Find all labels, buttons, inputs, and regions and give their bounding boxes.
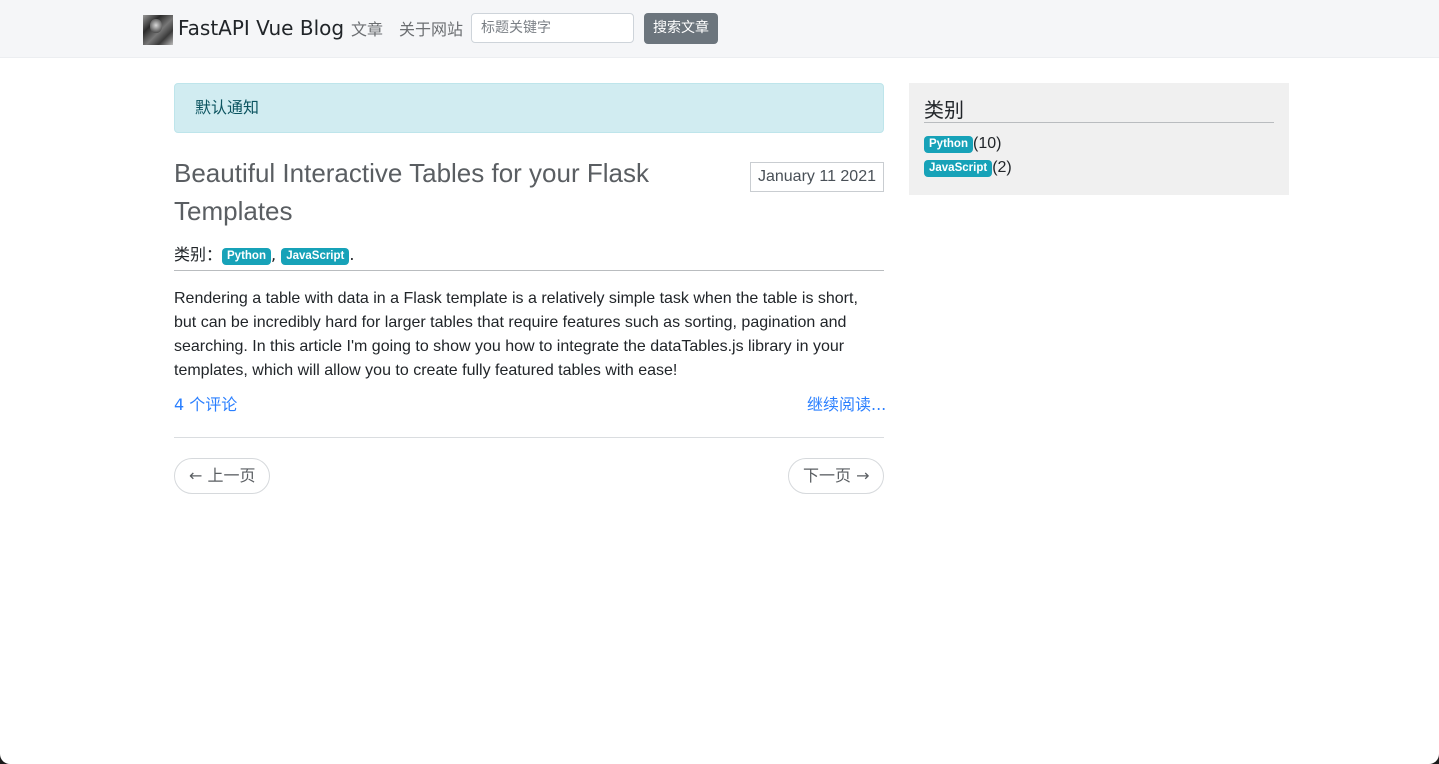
post-excerpt: Rendering a table with data in a Flask t… [174,290,858,379]
sidebar-title: 类别 [924,98,964,122]
search-input[interactable] [471,13,634,43]
notice-alert: 默认通知 [174,83,884,133]
window-bottom-edge [0,754,1439,764]
brand-link[interactable]: FastAPI Vue Blog [178,15,344,41]
category-separator: , [271,245,277,264]
sidebar-item-python[interactable]: Python (10) [924,133,1001,155]
sidebar-item-javascript[interactable]: JavaScript (2) [924,157,1012,179]
category-badge-javascript[interactable]: JavaScript [281,248,350,265]
section-divider [174,437,884,438]
post-title[interactable]: Beautiful Interactive Tables for your Fl… [174,154,694,230]
post-divider [174,270,884,271]
post-date: January 11 2021 [750,162,884,192]
next-page-button[interactable]: 下一页 → [788,458,884,494]
sidebar-divider [924,122,1274,123]
search-button[interactable]: 搜索文章 [644,13,718,44]
comments-link[interactable]: 4 个评论 [174,394,237,416]
sidebar-categories: 类别 Python (10) JavaScript (2) [909,83,1289,195]
read-more-link[interactable]: 继续阅读... [807,394,886,416]
nav-link-articles[interactable]: 文章 [351,19,383,41]
nav-link-about[interactable]: 关于网站 [399,19,463,41]
navbar: FastAPI Vue Blog 文章 关于网站 搜索文章 [0,0,1439,58]
brand-logo-icon[interactable] [143,15,173,45]
prev-page-button[interactable]: ← 上一页 [174,458,270,494]
sidebar-count-python: (10) [972,135,1002,152]
sidebar-badge-python[interactable]: Python [924,136,973,153]
category-label: 类别： [174,245,223,264]
category-badge-python[interactable]: Python [222,248,271,265]
sidebar-badge-javascript[interactable]: JavaScript [924,160,993,177]
sidebar-count-javascript: (2) [992,159,1012,176]
category-end: . [349,245,355,264]
post-categories: 类别： Python, JavaScript. [174,244,354,266]
